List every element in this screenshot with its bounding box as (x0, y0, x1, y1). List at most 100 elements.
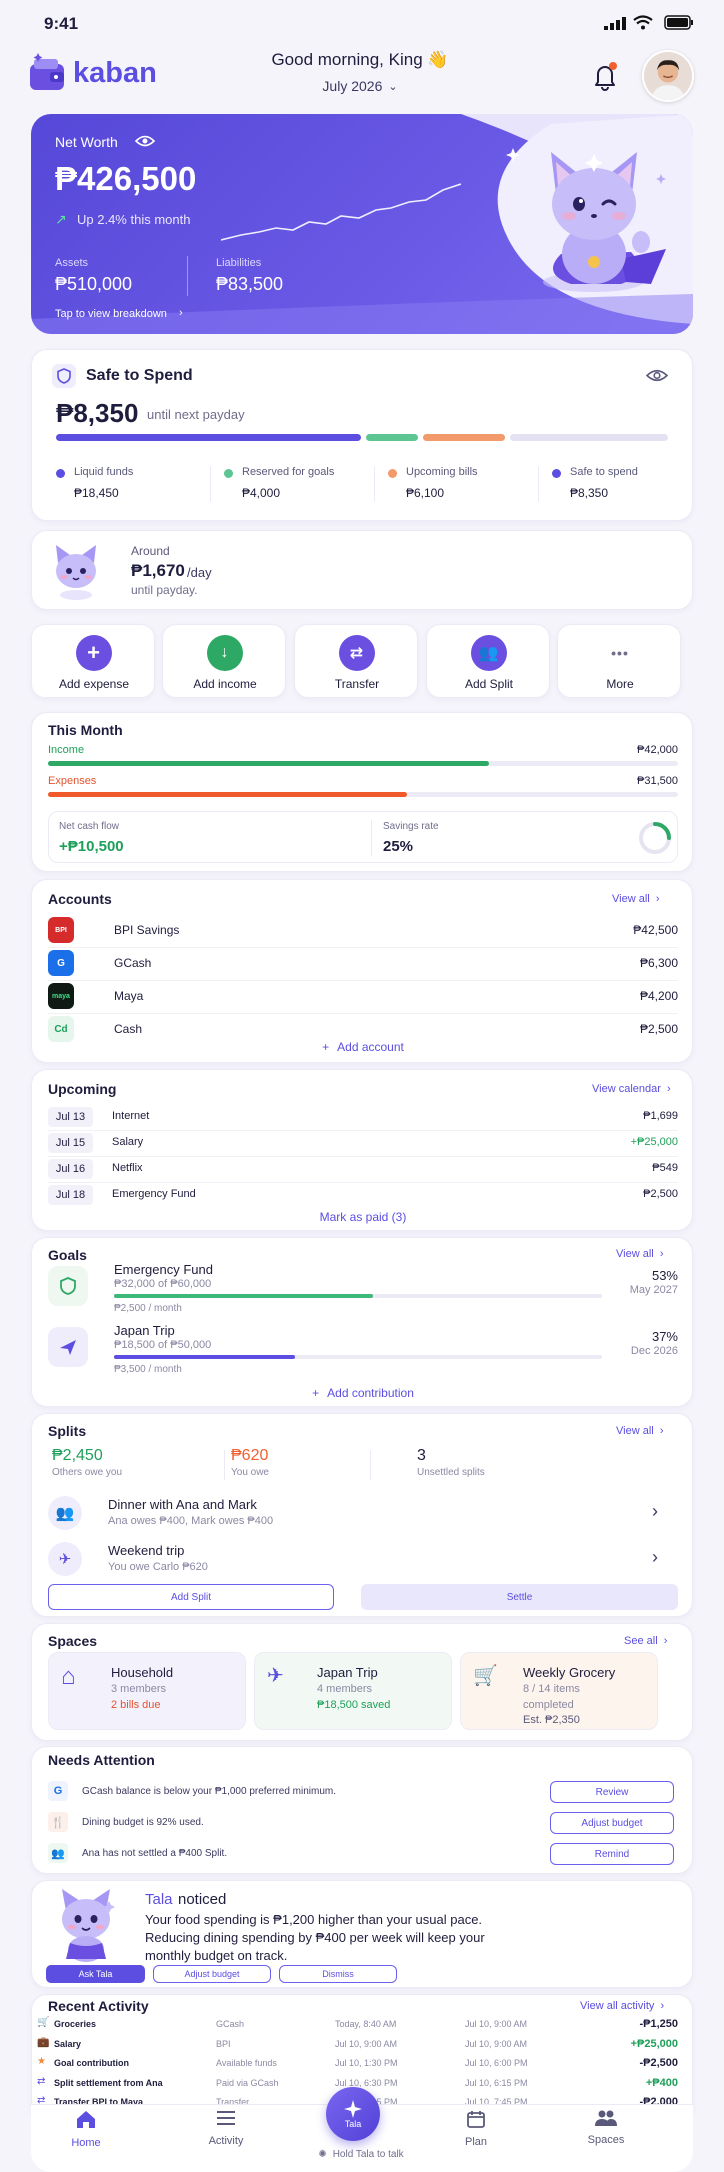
avatar[interactable] (642, 50, 694, 102)
income-label: Income (48, 744, 85, 756)
upcoming-date: Jul 13 (48, 1107, 93, 1127)
quick-action-add-income[interactable]: ↓ Add income (162, 624, 286, 698)
upcoming-row[interactable]: Jul 16 Netflix ₱549 (32, 1158, 694, 1183)
nav-activity[interactable]: Activity (191, 2109, 261, 2159)
attention-row: G GCash balance is below your ₱1,000 pref… (32, 1779, 694, 1805)
activity-source: BPI (216, 2038, 231, 2049)
upcoming-row[interactable]: Jul 18 Emergency Fund ₱2,500 (32, 1184, 694, 1206)
people-icon: 👥 (48, 1843, 68, 1863)
add-contribution-button[interactable]: + Add contribution (32, 1386, 694, 1400)
space-line2: ₱18,500 saved (317, 1699, 391, 1711)
activity-amount: -₱2,500 (639, 2057, 678, 2069)
upcoming-row[interactable]: Jul 13 Internet ₱1,699 (32, 1106, 694, 1131)
chevron-right-icon: › (652, 1501, 658, 1521)
status-bar: 9:41 (0, 0, 724, 44)
safe-item-value: ₱18,450 (74, 486, 119, 500)
plane-icon (48, 1327, 88, 1367)
safe-item-label: Upcoming bills (406, 466, 478, 478)
eye-icon[interactable] (134, 134, 156, 153)
month-selector[interactable]: July 2026 ⌄ (300, 78, 420, 94)
dismiss-button[interactable]: Dismiss (279, 1965, 397, 1983)
chevron-right-icon: › (179, 307, 183, 319)
goal-row[interactable]: Emergency Fund ₱32,000 of ₱60,000 ₱2,500 /… (32, 1262, 694, 1318)
view-calendar-link[interactable]: View calendar › (592, 1083, 671, 1095)
safe-to-spend-card[interactable]: Safe to Spend ₱8,350 until next payday L… (31, 349, 693, 521)
more-icon: ••• (602, 635, 638, 671)
mark-paid-button[interactable]: Mark as paid (3) (32, 1210, 694, 1224)
space-card[interactable]: ✈ Japan Trip 4 members ₱18,500 saved (254, 1652, 452, 1730)
quick-action-transfer[interactable]: ⇄ Transfer (294, 624, 418, 698)
attention-text: Dining budget is 92% used. (82, 1817, 204, 1828)
accounts-card: Accounts View all › BPI BPI Savings ₱42,50… (31, 879, 693, 1063)
nav-home[interactable]: Home (51, 2109, 121, 2159)
visibility-eye-icon[interactable] (645, 368, 669, 388)
daily-until: until payday. (131, 583, 198, 597)
view-all-activity-link[interactable]: View all activity › (580, 2000, 664, 2012)
net-worth-card[interactable]: Net Worth ₱426,500 ↗ Up 2.4% this month … (31, 114, 693, 334)
add-account-button[interactable]: + Add account (32, 1040, 694, 1054)
cash-flow-value: +₱10,500 (59, 838, 124, 855)
goal-progress: ₱18,500 of ₱50,000 (114, 1339, 212, 1351)
tala-mascot-icon (506, 148, 666, 292)
attention-action-button[interactable]: Adjust budget (550, 1812, 674, 1834)
accounts-view-all[interactable]: View all › (612, 893, 660, 905)
tala-center-button[interactable]: Tala (326, 2087, 380, 2141)
activity-row[interactable]: ★ Goal contribution Available funds Jul 10,… (32, 2055, 694, 2073)
account-balance: ₱2,500 (639, 1022, 678, 1036)
add-split-button[interactable]: Add Split (48, 1584, 334, 1610)
attention-action-button[interactable]: Review (550, 1781, 674, 1803)
chevron-right-icon: › (652, 1547, 658, 1567)
activity-name: Split settlement from Ana (54, 2077, 163, 2088)
settle-button[interactable]: Settle (361, 1584, 678, 1610)
splits-view-all[interactable]: View all › (616, 1425, 664, 1437)
activity-row[interactable]: 🛒 Groceries GCash Today, 8:40 AM Jul 10, 9:0… (32, 2016, 694, 2034)
goal-progress-fill (114, 1355, 295, 1359)
net-worth-value: ₱426,500 (55, 160, 197, 197)
split-row[interactable]: ✈ Weekend trip You owe Carlo ₱620 › (48, 1538, 678, 1580)
goal-progress-fill (114, 1294, 373, 1298)
quick-action-add-expense[interactable]: + Add expense (31, 624, 155, 698)
upcoming-title: Upcoming (48, 1081, 117, 1097)
breakdown-link[interactable]: Tap to view breakdown (55, 308, 167, 320)
cart-icon: 🛒 (473, 1665, 498, 1687)
spaces-see-all[interactable]: See all › (624, 1635, 667, 1647)
safe-item-label: Liquid funds (74, 466, 134, 478)
attention-action-button[interactable]: Remind (550, 1843, 674, 1865)
upcoming-row[interactable]: Jul 15 Salary +₱25,000 (32, 1132, 694, 1157)
nav-plan[interactable]: Plan (441, 2109, 511, 2159)
nav-spaces[interactable]: Spaces (571, 2109, 641, 2159)
activity-name: Salary (54, 2038, 82, 2049)
goal-row[interactable]: Japan Trip ₱18,500 of ₱50,000 ₱3,500 / mon… (32, 1323, 694, 1379)
quick-action-more[interactable]: ••• More (557, 624, 681, 698)
activity-row[interactable]: 💼 Salary BPI Jul 10, 9:00 AM Jul 10, 9:00 AM… (32, 2036, 694, 2054)
this-month-card[interactable]: This Month Income ₱42,000 Expenses ₱31,5… (31, 712, 693, 872)
wifi-icon (633, 15, 653, 35)
account-row[interactable]: G GCash ₱6,300 (32, 949, 694, 981)
adjust-budget-button[interactable]: Adjust budget (153, 1965, 271, 1983)
bell-icon (595, 62, 617, 91)
ask-tala-button[interactable]: Ask Tala (46, 1965, 145, 1983)
space-card[interactable]: ⌂ Household 3 members 2 bills due (48, 1652, 246, 1730)
upcoming-date: Jul 18 (48, 1185, 93, 1205)
savings-ring-icon (639, 822, 671, 854)
safe-amount: ₱8,350 (56, 398, 139, 428)
account-row[interactable]: Cd Cash ₱2,500 (32, 1015, 694, 1043)
goal-name: Emergency Fund (114, 1262, 213, 1277)
goals-title: Goals (48, 1247, 87, 1263)
notification-button[interactable] (590, 60, 620, 92)
activity-amount: +₱400 (645, 2076, 678, 2089)
space-card[interactable]: 🛒 Weekly Grocery 8 / 14 items completed Est.… (460, 1652, 658, 1730)
quick-action-add-split[interactable]: 👥 Add Split (426, 624, 550, 698)
account-row[interactable]: maya Maya ₱4,200 (32, 982, 694, 1014)
safe-item-value: ₱4,000 (242, 486, 281, 500)
account-balance: ₱42,500 (633, 923, 678, 937)
safe-item-value: ₱6,100 (406, 486, 445, 500)
brand-logo[interactable]: kaban (28, 50, 158, 94)
divider (48, 1182, 678, 1183)
goals-view-all[interactable]: View all › (616, 1248, 664, 1260)
split-row[interactable]: 👥 Dinner with Ana and Mark Ana owes ₱400, … (48, 1492, 678, 1534)
daily-allowance-card: Around ₱1,670 /day until payday. (31, 530, 693, 610)
daily-around: Around (131, 544, 170, 558)
quick-action-label: More (606, 677, 634, 691)
account-row[interactable]: BPI BPI Savings ₱42,500 (32, 916, 694, 948)
